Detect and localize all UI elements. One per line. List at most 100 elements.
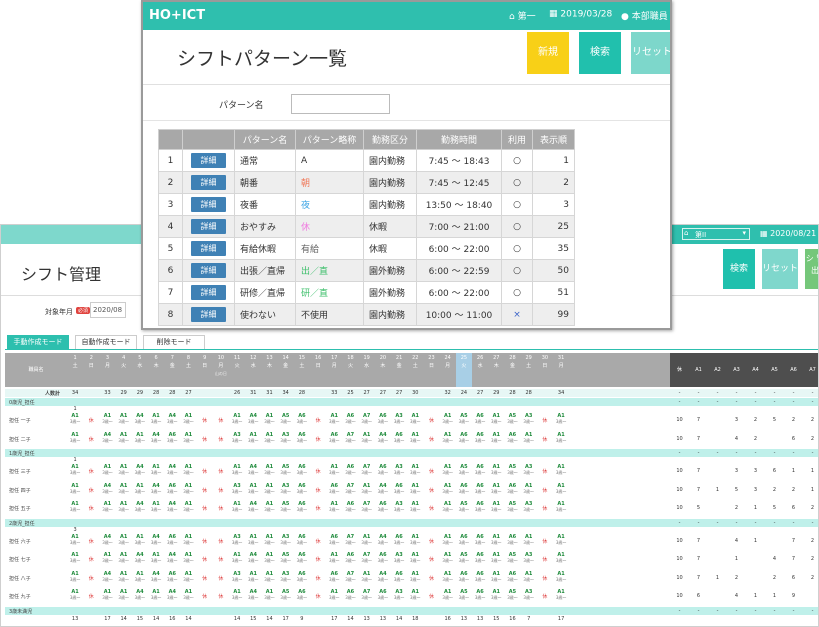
shift-cell[interactable]: A1 3歳〜	[326, 464, 342, 475]
shift-cell[interactable]: A6 3歳〜	[472, 501, 488, 512]
shift-cell[interactable]: A6 3歳〜	[391, 571, 407, 582]
shift-cell[interactable]: A3 3歳〜	[521, 501, 537, 512]
rest-cell[interactable]: 休	[213, 487, 229, 494]
shift-cell[interactable]: A3 3歳〜	[391, 552, 407, 563]
day-header[interactable]: 10 月山の日	[213, 353, 229, 387]
shift-cell[interactable]: A6 3歳〜	[164, 534, 180, 545]
detail-button[interactable]: 詳細	[191, 197, 226, 212]
rest-cell[interactable]: 休	[423, 468, 439, 475]
shift-cell[interactable]: A5 3歳〜	[504, 552, 520, 563]
shift-cell[interactable]: A5 3歳〜	[278, 589, 294, 600]
shift-cell[interactable]: A6 3歳〜	[342, 501, 358, 512]
shift-cell[interactable]: A4 3歳〜	[375, 571, 391, 582]
shift-cell[interactable]: A4 3歳〜	[375, 483, 391, 494]
day-header[interactable]: 25 火	[455, 353, 472, 387]
search-button[interactable]: 検索	[579, 32, 621, 74]
shift-cell[interactable]: A6 3歳〜	[342, 413, 358, 424]
shift-cell[interactable]: A3 3歳〜	[391, 464, 407, 475]
shift-cell[interactable]: A1 3歳〜	[407, 483, 423, 494]
shift-cell[interactable]: A1 3歳〜	[440, 571, 456, 582]
rest-cell[interactable]: 休	[197, 556, 213, 563]
day-header[interactable]: 15 土	[294, 353, 310, 387]
shift-cell[interactable]: A4 3歳〜	[132, 589, 148, 600]
shift-cell[interactable]: A1 3歳〜	[407, 432, 423, 443]
shift-cell[interactable]: A1 3歳〜	[148, 589, 164, 600]
shift-cell[interactable]: A1 3歳〜	[116, 413, 132, 424]
shift-cell[interactable]: A1 3歳〜	[229, 464, 245, 475]
shift-cell[interactable]: A1 3歳〜	[116, 432, 132, 443]
shift-cell[interactable]: A5 3歳〜	[278, 501, 294, 512]
shift-cell[interactable]: A6 3歳〜	[472, 589, 488, 600]
shift-cell[interactable]: A1 3歳〜	[180, 571, 196, 582]
shift-cell[interactable]: A1 3歳〜	[407, 571, 423, 582]
rest-cell[interactable]: 休	[197, 417, 213, 424]
day-header[interactable]: 2日	[83, 353, 99, 387]
shift-cell[interactable]: A6 3歳〜	[294, 589, 310, 600]
shift-cell[interactable]: A1 3歳〜	[440, 589, 456, 600]
day-header[interactable]: 17 月	[326, 353, 342, 387]
shift-cell[interactable]: A1 3歳〜	[326, 413, 342, 424]
shift-cell[interactable]: A4 3歳〜	[148, 534, 164, 545]
rest-cell[interactable]: 休	[310, 575, 326, 582]
shift-cell[interactable]: A5 3歳〜	[278, 413, 294, 424]
shift-cell[interactable]: A1 3歳〜	[67, 571, 83, 582]
shift-cell[interactable]: A4 3歳〜	[245, 552, 261, 563]
shift-cell[interactable]: A1 3歳〜	[407, 534, 423, 545]
shift-cell[interactable]: A1 3歳〜	[326, 552, 342, 563]
shift-cell[interactable]: A6 3歳〜	[472, 571, 488, 582]
shift-cell[interactable]: A1 3歳〜	[488, 552, 504, 563]
shift-cell[interactable]: A3 3歳〜	[521, 413, 537, 424]
shift-cell[interactable]: A7 3歳〜	[359, 552, 375, 563]
shift-cell[interactable]: A1 3歳〜	[67, 552, 83, 563]
day-header[interactable]: 19 水	[359, 353, 375, 387]
rest-cell[interactable]: 休	[197, 436, 213, 443]
shift-cell[interactable]: A6 3歳〜	[472, 552, 488, 563]
shift-cell[interactable]: A6 3歳〜	[391, 534, 407, 545]
shift-cell[interactable]: A1 3歳〜	[553, 534, 569, 545]
shift-cell[interactable]: A1 3歳〜	[488, 534, 504, 545]
day-header[interactable]: 21 金	[391, 353, 407, 387]
user-menu[interactable]: ● 本部職員	[621, 9, 668, 23]
rest-cell[interactable]: 休	[213, 505, 229, 512]
shift-cell[interactable]: A4 3歳〜	[164, 464, 180, 475]
day-header[interactable]: 4火	[116, 353, 132, 387]
shift-cell[interactable]: A1 3歳〜	[229, 413, 245, 424]
shift-cell[interactable]: A6 3歳〜	[375, 413, 391, 424]
day-header[interactable]: 16 日	[310, 353, 326, 387]
shift-cell[interactable]: A1 3歳〜	[132, 571, 148, 582]
rest-cell[interactable]: 休	[310, 436, 326, 443]
shift-cell[interactable]: A3 3歳〜	[521, 589, 537, 600]
shift-cell[interactable]: A7 3歳〜	[342, 432, 358, 443]
day-header[interactable]: 26 水	[472, 353, 488, 387]
shift-cell[interactable]: A6 3歳〜	[456, 571, 472, 582]
shift-cell[interactable]: A6 3歳〜	[391, 483, 407, 494]
shift-cell[interactable]: A1 3歳〜	[180, 483, 196, 494]
shift-cell[interactable]: A5 3歳〜	[456, 413, 472, 424]
shift-cell[interactable]: A1 3歳〜	[148, 552, 164, 563]
shift-cell[interactable]: A4 3歳〜	[99, 432, 115, 443]
back-office-select[interactable]: ⌂ 第II ▾	[682, 228, 750, 240]
detail-button[interactable]: 詳細	[191, 307, 226, 322]
rest-cell[interactable]: 休	[83, 575, 99, 582]
rest-cell[interactable]: 休	[213, 468, 229, 475]
shift-cell[interactable]: A4 3歳〜	[132, 552, 148, 563]
shift-cell[interactable]: A1 3歳〜	[440, 501, 456, 512]
shift-cell[interactable]: A1 3歳〜	[245, 534, 261, 545]
rest-cell[interactable]: 休	[537, 505, 553, 512]
shift-cell[interactable]: A6 3歳〜	[294, 534, 310, 545]
shift-cell[interactable]: A1 3歳〜	[229, 501, 245, 512]
day-header[interactable]: 28 金	[504, 353, 520, 387]
shift-cell[interactable]: A1 3歳〜	[180, 432, 196, 443]
shift-cell[interactable]: A1 3歳〜	[116, 464, 132, 475]
shift-cell[interactable]: A4 3歳〜	[99, 571, 115, 582]
office-link[interactable]: ⌂ 第一	[509, 9, 536, 23]
shift-cell[interactable]: A1 3歳〜	[180, 534, 196, 545]
rest-cell[interactable]: 休	[83, 505, 99, 512]
shift-cell[interactable]: A1 3歳〜	[99, 552, 115, 563]
rest-cell[interactable]: 休	[423, 417, 439, 424]
day-header[interactable]: 22 土	[407, 353, 423, 387]
rest-cell[interactable]: 休	[537, 538, 553, 545]
shift-cell[interactable]: A6 3歳〜	[472, 464, 488, 475]
shift-cell[interactable]: A3 3歳〜	[229, 571, 245, 582]
shift-cell[interactable]: A1 3歳〜	[180, 589, 196, 600]
